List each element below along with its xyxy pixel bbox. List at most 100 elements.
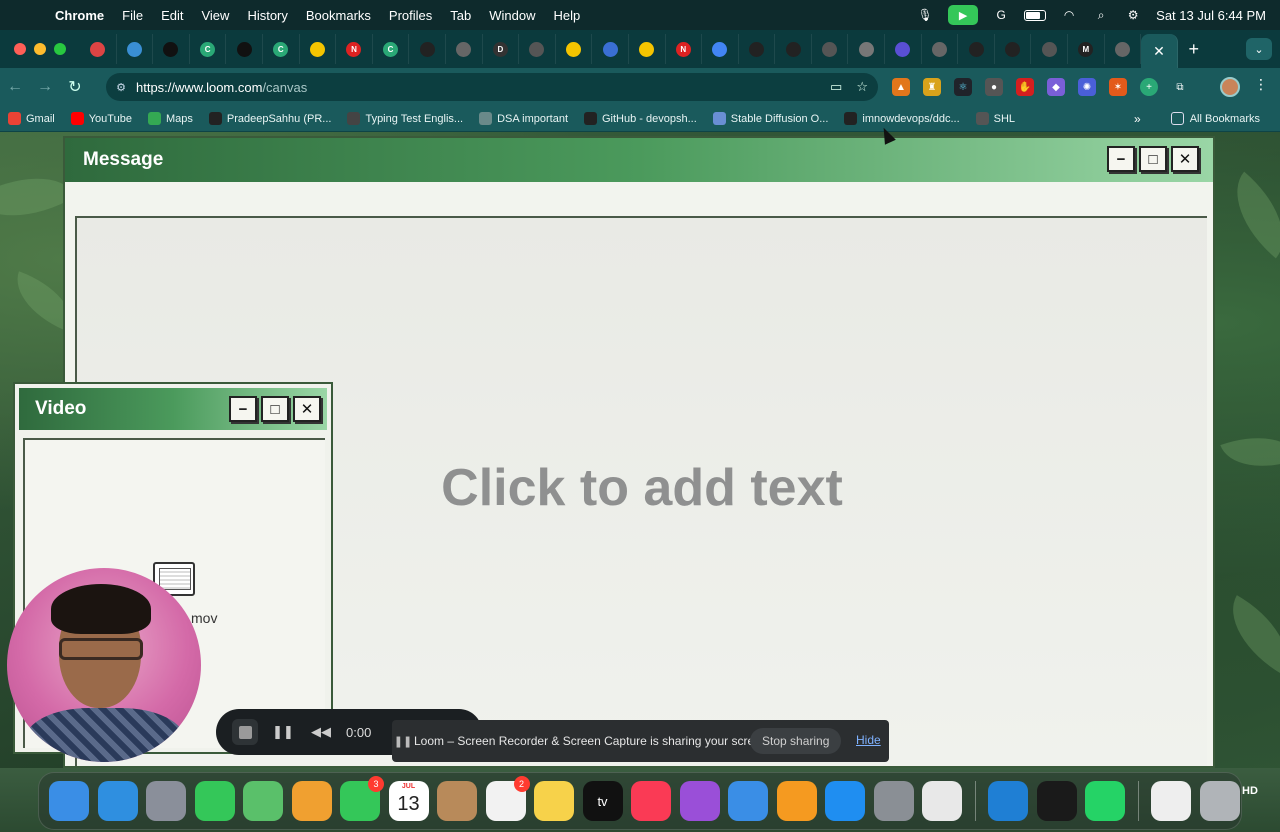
tab-18[interactable] xyxy=(739,34,776,64)
stop-sharing-button[interactable]: Stop sharing xyxy=(750,728,842,754)
bookmark-item[interactable]: PradeepSahhu (PR... xyxy=(201,112,340,125)
tab-2[interactable] xyxy=(153,34,190,64)
tab-8[interactable]: C xyxy=(373,34,410,64)
reminders-icon[interactable]: 2 xyxy=(485,776,530,821)
tab-10[interactable] xyxy=(446,34,483,64)
tab-22[interactable] xyxy=(885,34,922,64)
tab-21[interactable] xyxy=(848,34,886,64)
metamask-extension-icon[interactable]: ▲ xyxy=(892,78,910,96)
keynote-icon[interactable] xyxy=(728,781,768,821)
bookmark-star-icon[interactable]: ☆ xyxy=(856,79,868,95)
menu-clock[interactable]: Sat 13 Jul 6:44 PM xyxy=(1156,8,1266,23)
react-devtools-extension-icon[interactable]: ⚛ xyxy=(954,78,972,96)
tab-28[interactable] xyxy=(1105,34,1142,64)
minimize-window-icon[interactable] xyxy=(34,43,46,55)
bookmark-item[interactable]: Maps xyxy=(140,112,201,125)
menu-app-name[interactable]: Chrome xyxy=(46,8,113,23)
microphone-icon[interactable]: 🎙 xyxy=(916,6,934,24)
tab-13[interactable] xyxy=(556,34,593,64)
photos-icon[interactable] xyxy=(291,781,332,821)
cookie-extension-icon[interactable]: ● xyxy=(985,78,1003,96)
menu-window[interactable]: Window xyxy=(480,8,544,23)
tab-14[interactable] xyxy=(592,34,629,64)
terminal-icon[interactable] xyxy=(1036,781,1077,821)
more-bookmarks-icon[interactable]: » xyxy=(1134,112,1141,126)
hide-notice-link[interactable]: Hide xyxy=(856,733,881,747)
tab-24[interactable] xyxy=(958,34,995,64)
tab-0[interactable] xyxy=(80,34,117,64)
appstore-icon[interactable] xyxy=(825,781,865,821)
tab-6[interactable] xyxy=(300,34,337,64)
battery-icon[interactable] xyxy=(1024,9,1047,21)
new-tab-button[interactable]: + xyxy=(1178,39,1210,60)
bookmark-item[interactable]: Gmail xyxy=(0,112,63,125)
spark-extension-icon[interactable]: ✶ xyxy=(1109,78,1127,96)
wifi-icon[interactable]: ◠ xyxy=(1060,6,1078,24)
tab-12[interactable] xyxy=(519,34,556,64)
pages-icon[interactable] xyxy=(776,781,817,821)
minimize-icon[interactable]: − xyxy=(229,396,257,422)
menu-tab[interactable]: Tab xyxy=(441,8,480,23)
bookmark-item[interactable]: GitHub - devopsh... xyxy=(576,112,705,125)
video-window-titlebar[interactable]: Video − □ ✕ xyxy=(19,388,327,430)
calendar-icon[interactable]: JUL 13 xyxy=(388,781,429,821)
camera-permission-icon[interactable]: ▭ xyxy=(830,79,842,95)
control-center-icon[interactable]: ⚙ xyxy=(1124,6,1142,24)
back-button[interactable]: ← xyxy=(0,78,30,96)
tab-19[interactable] xyxy=(775,34,812,64)
messages-icon[interactable] xyxy=(194,781,235,821)
close-tab-icon[interactable]: ✕ xyxy=(1153,43,1165,60)
shape-extension-icon[interactable]: ◆ xyxy=(1047,78,1065,96)
gear-extension-icon[interactable]: ✺ xyxy=(1078,78,1096,96)
tab-15[interactable] xyxy=(629,34,666,64)
menu-edit[interactable]: Edit xyxy=(152,8,192,23)
bookmark-item[interactable]: imnowdevops/ddc... xyxy=(836,112,967,125)
close-window-icon[interactable] xyxy=(14,43,26,55)
webcam-bubble[interactable] xyxy=(7,568,201,762)
menu-view[interactable]: View xyxy=(192,8,238,23)
message-window-titlebar[interactable]: Message − □ ✕ xyxy=(65,138,1213,182)
lighthouse-extension-icon[interactable]: ♜ xyxy=(923,78,941,96)
tab-27[interactable]: M xyxy=(1068,34,1105,64)
tab-17[interactable] xyxy=(702,34,739,64)
finder-icon[interactable] xyxy=(49,781,89,821)
settings-icon[interactable] xyxy=(873,781,914,821)
site-info-icon[interactable]: ⚙ xyxy=(106,81,136,94)
grammarly-icon[interactable]: G xyxy=(992,6,1010,24)
tab-1[interactable] xyxy=(117,34,154,64)
maximize-icon[interactable]: □ xyxy=(261,396,289,422)
bookmark-item[interactable]: DSA important xyxy=(471,112,576,125)
safari-icon[interactable] xyxy=(97,781,138,821)
tab-search-button[interactable]: ⌄ xyxy=(1246,38,1272,60)
stop-recording-button[interactable] xyxy=(232,719,258,745)
facetime-icon[interactable]: 3 xyxy=(340,776,384,821)
appletv-icon[interactable]: tv xyxy=(582,781,623,821)
all-bookmarks-button[interactable]: All Bookmarks xyxy=(1163,112,1268,125)
tab-11[interactable]: D xyxy=(483,34,520,64)
tab-4[interactable] xyxy=(226,34,263,64)
launchpad-icon[interactable] xyxy=(146,781,186,821)
menu-bookmarks[interactable]: Bookmarks xyxy=(297,8,380,23)
pause-recording-button[interactable]: ❚❚ xyxy=(270,719,296,745)
vscode-icon[interactable] xyxy=(988,781,1028,821)
menu-help[interactable]: Help xyxy=(545,8,590,23)
close-icon[interactable]: ✕ xyxy=(293,396,321,422)
tab-25[interactable] xyxy=(995,34,1032,64)
reload-button[interactable]: ↻ xyxy=(60,77,90,97)
music-icon[interactable] xyxy=(631,781,671,821)
tab-5[interactable]: C xyxy=(263,34,300,64)
tab-9[interactable] xyxy=(409,34,446,64)
extensions-puzzle-icon[interactable]: ⧉ xyxy=(1171,78,1189,96)
tab-20[interactable] xyxy=(812,34,849,64)
restart-recording-button[interactable]: ◀◀ xyxy=(308,719,334,745)
chrome-menu-icon[interactable]: ⋮ xyxy=(1254,76,1268,93)
bookmark-item[interactable]: Typing Test Englis... xyxy=(339,112,471,125)
profile-avatar[interactable] xyxy=(1220,77,1240,97)
document-icon[interactable] xyxy=(1151,781,1191,821)
tab-26[interactable] xyxy=(1031,34,1069,64)
whatsapp-icon[interactable] xyxy=(1085,781,1125,821)
menu-history[interactable]: History xyxy=(238,8,296,23)
forward-button[interactable]: → xyxy=(30,78,60,96)
add-extension-icon[interactable]: + xyxy=(1140,78,1158,96)
menu-file[interactable]: File xyxy=(113,8,152,23)
